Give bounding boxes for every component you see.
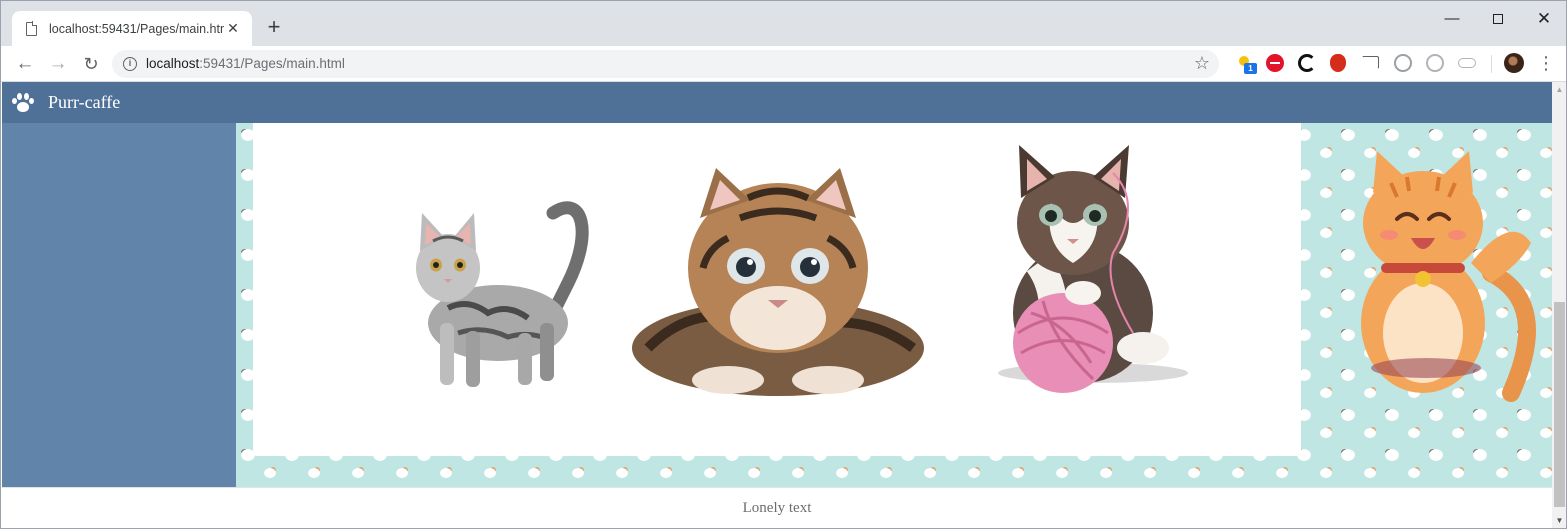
cartoon-cat-illustration [1311,123,1551,487]
document-icon [26,21,38,36]
scrollbar-thumb[interactable] [1554,302,1565,507]
page-viewport: Purr-caffe Lonely text [2,82,1552,528]
browser-tab[interactable]: localhost:59431/Pages/main.html ✕ [12,11,252,46]
cat-image-silver-tabby [378,173,598,393]
extension-badge: 1 [1244,63,1257,74]
page-footer: Lonely text [2,487,1552,528]
address-bar[interactable]: i localhost:59431/Pages/main.html ☆ [112,50,1219,78]
maximize-button[interactable] [1475,6,1521,32]
close-window-button[interactable]: ✕ [1521,6,1566,32]
url-text[interactable]: localhost:59431/Pages/main.html [146,56,345,71]
new-tab-button[interactable]: + [263,15,285,39]
maximize-icon [1493,14,1503,25]
bookmark-star-icon[interactable]: ☆ [1194,53,1210,74]
site-brand[interactable]: Purr-caffe [48,92,120,113]
scroll-up-arrow-icon[interactable]: ▲ [1552,82,1566,97]
tab-title: localhost:59431/Pages/main.html [49,21,224,36]
site-navbar: Purr-caffe [2,82,1552,123]
close-tab-icon[interactable]: ✕ [224,20,242,37]
paw-icon [12,92,34,113]
sidebar [2,123,236,487]
cat-image-kitten-with-yarn [943,143,1193,418]
globe-extension-icon[interactable] [1394,54,1412,72]
gallery-card [253,123,1301,456]
url-path: :59431/Pages/main.html [199,56,345,71]
browser-toolbar: ← → ↻ i localhost:59431/Pages/main.html … [1,46,1566,82]
minimize-button[interactable]: — [1429,6,1475,32]
sync-extension-icon[interactable] [1298,54,1316,72]
back-button[interactable]: ← [13,52,37,76]
browser-window: localhost:59431/Pages/main.html ✕ + — ✕ … [0,0,1567,529]
info-icon[interactable]: i [123,57,137,71]
shield-extension-icon[interactable] [1330,54,1346,72]
cast-icon[interactable] [1362,56,1379,69]
url-host: localhost [146,56,200,71]
cloud-extension-icon[interactable] [1458,58,1476,68]
footer-text: Lonely text [742,500,812,516]
block-extension-icon[interactable] [1266,54,1284,72]
content-area [236,123,1552,487]
reload-button[interactable]: ↻ [79,52,103,76]
page-scrollbar[interactable]: ▲ ▼ [1552,82,1566,528]
menu-icon[interactable]: ⋮ [1537,52,1555,74]
forward-button[interactable]: → [46,52,70,76]
clock-extension-icon[interactable] [1426,54,1444,72]
tab-strip: localhost:59431/Pages/main.html ✕ + — ✕ [1,1,1566,46]
scroll-down-arrow-icon[interactable]: ▼ [1552,513,1566,528]
profile-avatar[interactable] [1504,53,1524,73]
toolbar-divider [1491,55,1492,73]
cat-image-brown-tabby [628,158,928,403]
